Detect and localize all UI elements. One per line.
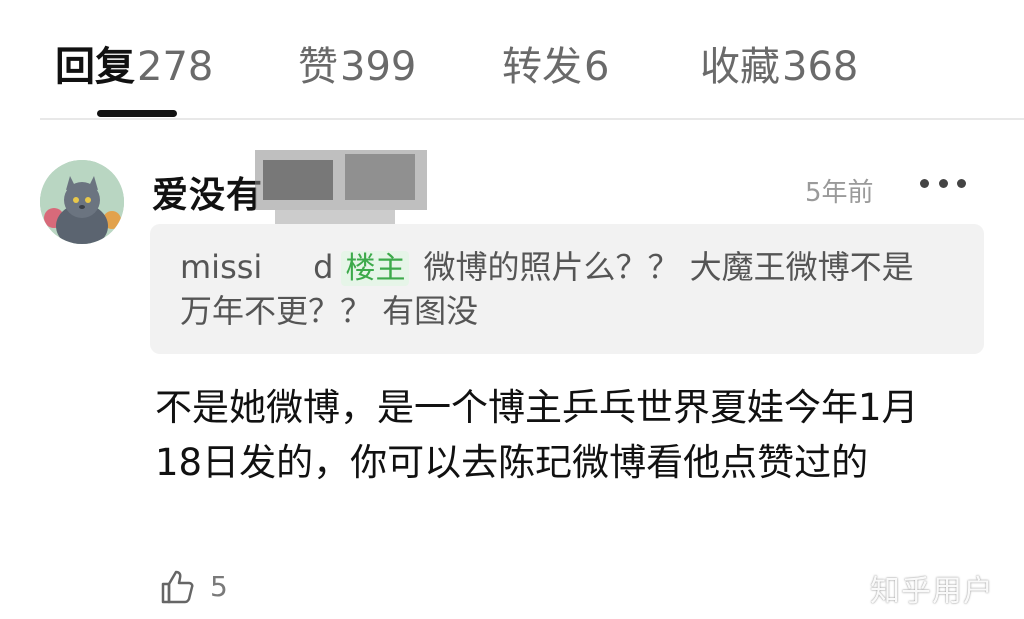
watermark: 知乎用户: [870, 574, 994, 609]
tab-replies[interactable]: 回复 278: [55, 34, 213, 90]
thumbs-up-icon: [161, 570, 194, 604]
tab-divider: [40, 118, 1024, 120]
like-button[interactable]: 5: [158, 566, 228, 606]
tab-reposts[interactable]: 转发 6: [502, 34, 609, 90]
op-badge: 楼主: [341, 251, 410, 286]
quoted-comment-text: missi d 楼主 微博的照片么？？ 大魔王微博不是万年不更？？ 有图没: [180, 246, 940, 332]
tab-replies-count: 278: [137, 44, 214, 90]
tab-likes[interactable]: 赞 399: [298, 34, 416, 90]
quoted-username[interactable]: missi: [180, 248, 262, 286]
tab-bar: 回复 278 赞 399 转发 6 收藏 368: [0, 0, 1024, 120]
more-dot-icon: [920, 178, 929, 188]
tab-replies-label: 回复: [55, 44, 135, 90]
more-dot-icon: [938, 178, 948, 188]
tab-reposts-count: 6: [584, 44, 610, 90]
active-tab-indicator: [97, 110, 177, 117]
tab-favorites[interactable]: 收藏 368: [700, 34, 858, 90]
tab-reposts-label: 转发: [502, 44, 582, 90]
comment-username[interactable]: 爱没有: [152, 166, 263, 218]
tab-favorites-label: 收藏: [700, 44, 780, 90]
tab-likes-label: 赞: [298, 44, 338, 90]
more-options-button[interactable]: [920, 166, 966, 200]
comment-time: 5年前: [805, 178, 874, 208]
comment-body: 不是她微博，是一个博主乒乓世界夏娃今年1月18日发的，你可以去陈玘微博看他点赞过…: [155, 386, 919, 484]
quoted-comment[interactable]: missi d 楼主 微博的照片么？？ 大魔王微博不是万年不更？？ 有图没: [150, 224, 984, 354]
like-count: 5: [210, 569, 228, 603]
more-dot-icon: [957, 178, 966, 188]
cat-avatar-icon: [40, 160, 124, 244]
avatar[interactable]: [40, 160, 124, 244]
tab-favorites-count: 368: [782, 44, 859, 90]
quoted-username-tail: d: [313, 248, 334, 286]
tab-likes-count: 399: [340, 44, 417, 90]
